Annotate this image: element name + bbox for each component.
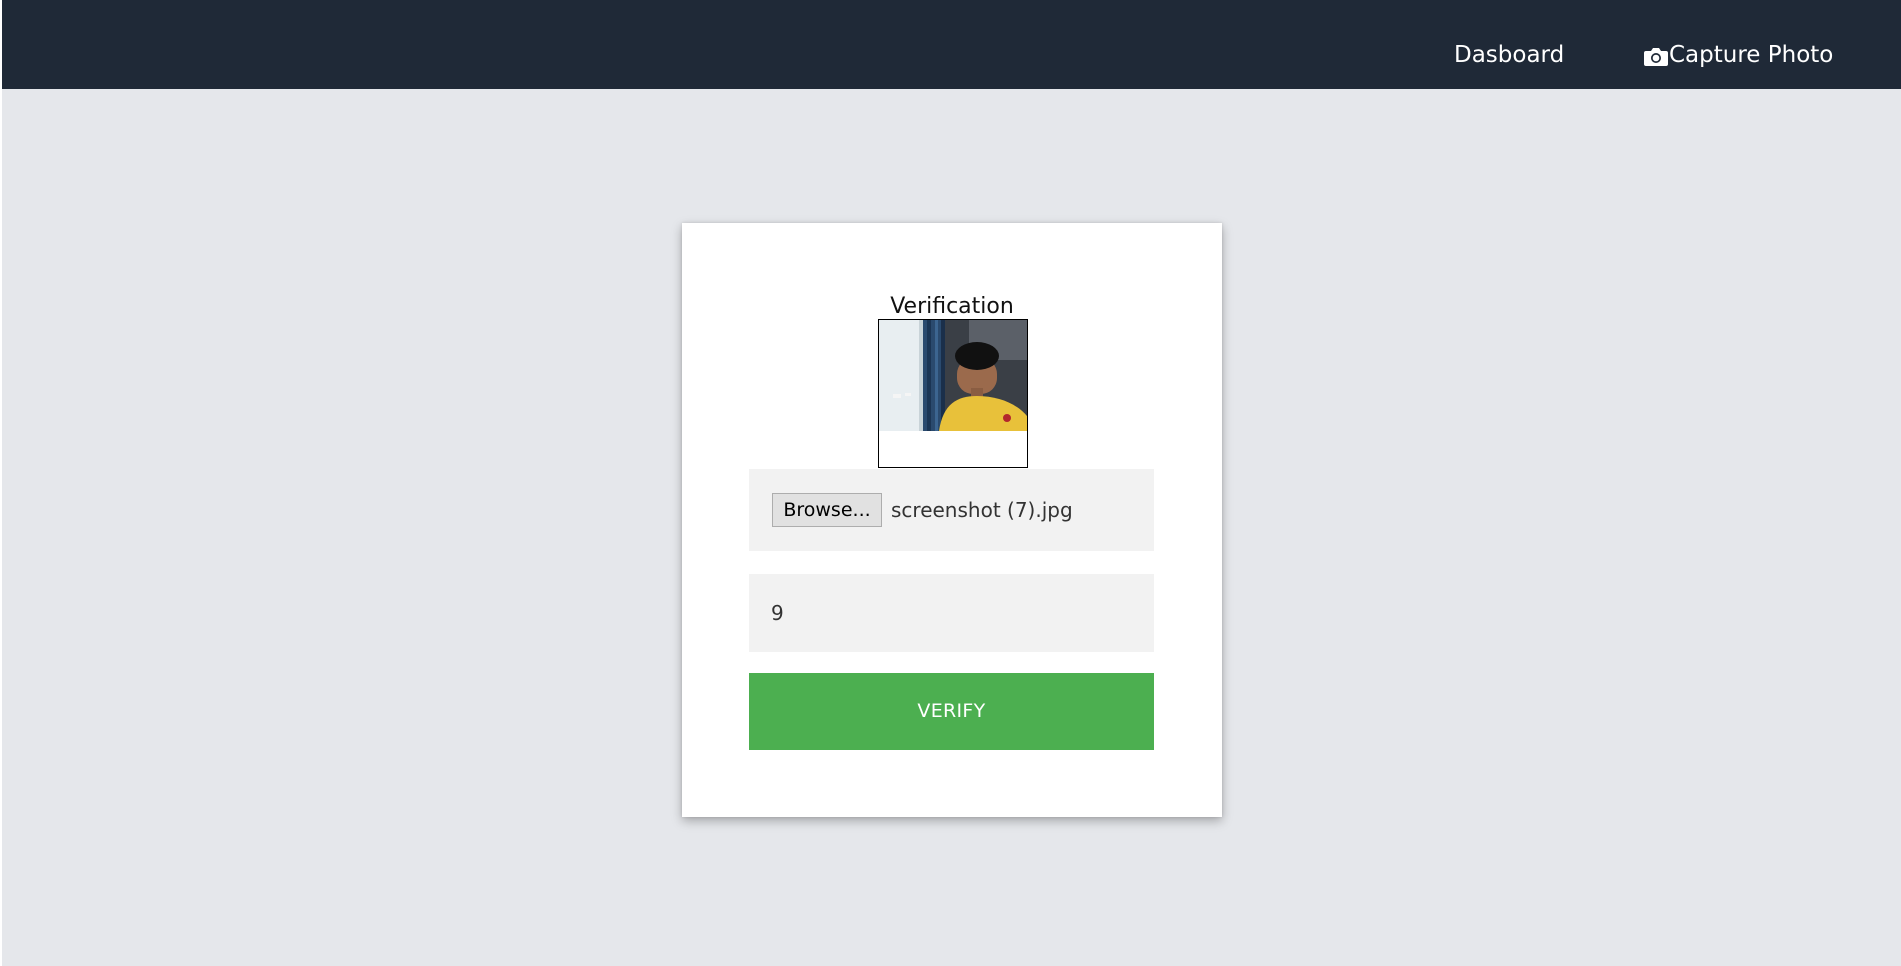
number-input[interactable] [749,574,1154,652]
browse-button[interactable]: Browse... [772,493,882,527]
nav-link-capture-photo-label: Capture Photo [1669,42,1834,68]
verification-card: Verification Browse... screenshot (7).jp… [682,223,1222,817]
photo-image [879,320,1027,431]
captured-photo-preview [878,319,1028,468]
verify-button[interactable]: VERIFY [749,673,1154,750]
nav-link-dashboard-label: Dasboard [1454,42,1565,68]
nav-link-dashboard[interactable]: Dasboard [1454,40,1564,70]
camera-icon [1644,45,1668,66]
top-navbar: Dasboard Capture Photo [2,0,1901,89]
card-title: Verification [890,294,1014,319]
app-root: Dasboard Capture Photo Verification Brow… [2,0,1901,966]
file-input[interactable]: Browse... screenshot (7).jpg [749,469,1154,551]
selected-file-name: screenshot (7).jpg [891,498,1073,522]
nav-link-capture-photo[interactable]: Capture Photo [1644,40,1833,70]
